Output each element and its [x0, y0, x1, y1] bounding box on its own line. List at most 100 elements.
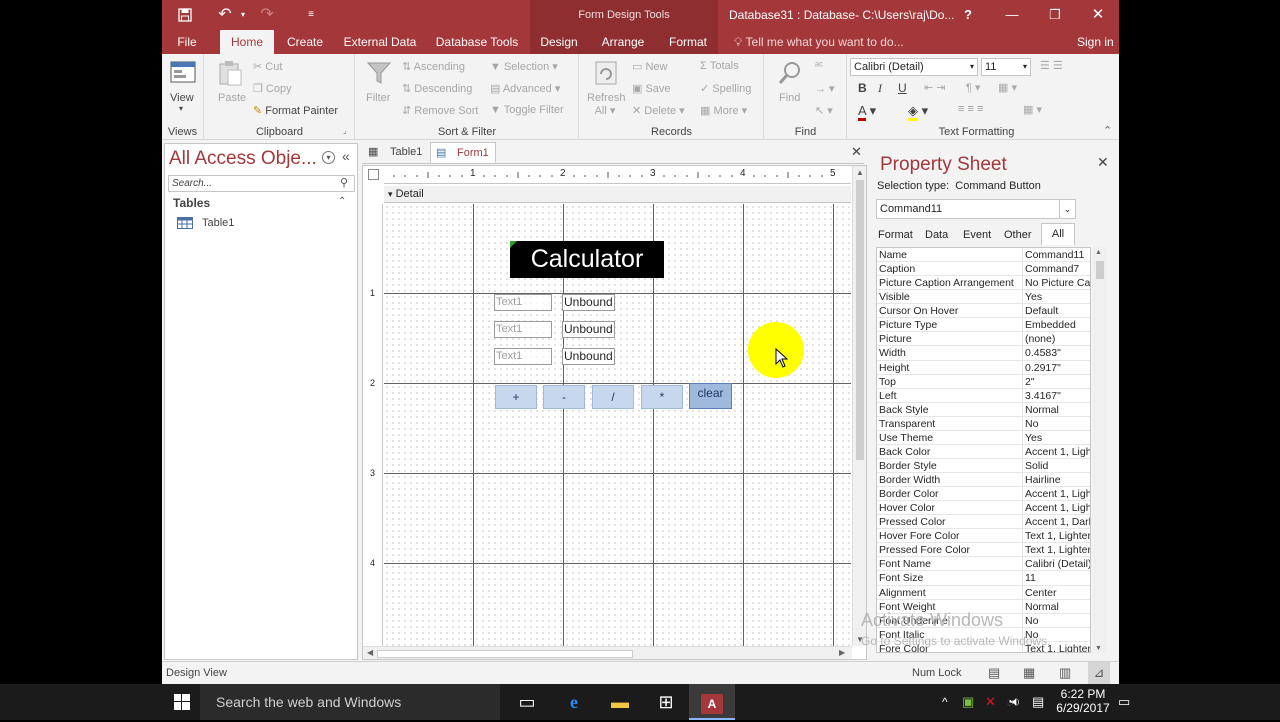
plus-button[interactable]: +: [495, 385, 537, 409]
gridlines-icon[interactable]: ▦ ▾: [998, 81, 1017, 94]
property-value[interactable]: 11: [1022, 571, 1090, 586]
tab-table1[interactable]: ▦ Table1: [364, 142, 426, 163]
form-view-icon[interactable]: ▤: [988, 662, 1000, 684]
design-view-icon[interactable]: ⊿: [1088, 662, 1110, 684]
nav-section-tables[interactable]: Tables: [173, 196, 210, 210]
property-row[interactable]: Picture Type Embedded: [877, 318, 1090, 333]
close-button[interactable]: ✕: [1078, 0, 1118, 30]
property-row[interactable]: Height 0.2917": [877, 360, 1090, 375]
shutter-bar-icon[interactable]: «: [342, 148, 350, 164]
property-value[interactable]: Accent 1, Dark: [1022, 515, 1090, 530]
close-document-icon[interactable]: ✕: [851, 144, 862, 160]
store-icon[interactable]: ⊞: [643, 684, 689, 720]
property-value[interactable]: No Picture Cap: [1022, 276, 1090, 291]
prop-tab-other[interactable]: Other: [1004, 226, 1032, 244]
find-button[interactable]: Find: [779, 92, 800, 104]
search-icon[interactable]: ⚲: [340, 176, 348, 189]
prop-tab-event[interactable]: Event: [963, 226, 991, 244]
paste-button[interactable]: Paste: [218, 92, 246, 104]
minimize-button[interactable]: —: [992, 0, 1032, 30]
layout-view-icon[interactable]: ▥: [1059, 662, 1071, 684]
nav-search-input[interactable]: Search...: [168, 175, 355, 192]
paragraph-icon[interactable]: ¶ ▾: [966, 81, 981, 94]
property-row[interactable]: Border Width Hairline: [877, 473, 1090, 488]
unbound-textbox[interactable]: Unbound: [562, 348, 615, 365]
property-value[interactable]: Center: [1022, 585, 1090, 600]
list-icons[interactable]: ☰ ☰: [1040, 59, 1063, 72]
italic-button[interactable]: I: [878, 81, 882, 96]
fill-color-icon[interactable]: ◈ ▾: [908, 103, 928, 121]
collapse-ribbon-icon[interactable]: ⌃: [1103, 124, 1112, 137]
property-row[interactable]: Use Theme Yes: [877, 430, 1090, 445]
scroll-down-icon[interactable]: ▼: [1095, 645, 1102, 652]
network-tray-icon[interactable]: ▣: [962, 684, 974, 720]
property-row[interactable]: Picture (none): [877, 332, 1090, 347]
property-row[interactable]: Cursor On Hover Default: [877, 304, 1090, 319]
edge-icon[interactable]: e: [551, 684, 597, 720]
property-value[interactable]: Command11: [1022, 248, 1090, 262]
scrollbar-thumb[interactable]: [1096, 261, 1104, 279]
close-icon[interactable]: ✕: [1097, 154, 1109, 171]
view-dropdown-icon[interactable]: ▾: [179, 104, 183, 113]
taskbar-clock[interactable]: 6:22 PM 6/29/2017: [1055, 687, 1111, 715]
property-value[interactable]: 0.2917": [1022, 360, 1090, 375]
replace-icon[interactable]: ᵃᶜ: [815, 60, 823, 72]
tell-me-box[interactable]: 💡︎ Tell me what you want to do...: [734, 30, 904, 54]
nav-menu-chevron-icon[interactable]: ▾: [322, 151, 335, 164]
ascending-button[interactable]: ⇅ Ascending: [402, 60, 465, 73]
save-icon[interactable]: [172, 0, 198, 30]
selection-button[interactable]: ▼ Selection ▾: [490, 60, 558, 73]
undo-dropdown-icon[interactable]: ▾: [230, 0, 256, 30]
property-row[interactable]: Alignment Center: [877, 585, 1090, 600]
tab-home[interactable]: Home: [220, 30, 274, 54]
minus-button[interactable]: -: [543, 385, 585, 409]
property-row[interactable]: Top 2": [877, 374, 1090, 389]
paste-icon[interactable]: [216, 60, 244, 86]
control-selector-combo[interactable]: Command11 ⌄: [876, 199, 1076, 219]
property-row[interactable]: Picture Caption Arrangement No Picture Ca…: [877, 276, 1090, 291]
prop-tab-format[interactable]: Format: [878, 226, 913, 244]
scrollbar-thumb[interactable]: [377, 650, 633, 658]
restore-button[interactable]: ❐: [1035, 0, 1075, 30]
cut-button[interactable]: ✂︎ Cut: [253, 60, 282, 73]
bold-button[interactable]: B: [858, 81, 867, 95]
prop-tab-all[interactable]: All: [1041, 223, 1075, 245]
goto-icon[interactable]: → ▾: [815, 82, 835, 95]
property-value[interactable]: Default: [1022, 304, 1090, 319]
property-value[interactable]: Text 1, Lighter: [1022, 543, 1090, 558]
property-value[interactable]: Hairline: [1022, 473, 1090, 487]
select-icon[interactable]: ↖ ▾: [815, 104, 833, 117]
align-icons[interactable]: ≡ ≡ ≡: [958, 103, 983, 115]
tab-file[interactable]: File: [166, 30, 208, 54]
property-row[interactable]: Visible Yes: [877, 290, 1090, 305]
vertical-scrollbar[interactable]: ▼ ▲: [852, 166, 866, 646]
access-app-icon[interactable]: A: [689, 684, 735, 720]
task-view-icon[interactable]: ▭: [504, 684, 550, 720]
nav-item-table1[interactable]: Table1: [175, 216, 355, 232]
property-row[interactable]: Border Style Solid: [877, 458, 1090, 473]
customize-qat-icon[interactable]: ≡: [298, 0, 324, 30]
file-explorer-icon[interactable]: ▬: [597, 684, 643, 720]
text1-label[interactable]: Text1: [494, 294, 552, 311]
datasheet-view-icon[interactable]: ▦: [1023, 662, 1035, 684]
nav-pane-header[interactable]: All Access Obje...: [169, 148, 317, 170]
property-row[interactable]: Back Color Accent 1, Ligh: [877, 444, 1090, 459]
copy-button[interactable]: ❐ Copy: [253, 82, 292, 95]
property-row[interactable]: Font Name Calibri (Detail): [877, 557, 1090, 572]
delete-record-button[interactable]: ✕ Delete ▾: [632, 104, 685, 117]
format-painter-button[interactable]: ✎ Format Painter: [253, 104, 338, 117]
magnifier-icon[interactable]: [777, 60, 805, 86]
volume-icon[interactable]: 🔉︎: [1012, 684, 1020, 720]
property-value[interactable]: Command7: [1022, 262, 1090, 277]
property-value[interactable]: No: [1022, 613, 1090, 628]
conditional-format-icon[interactable]: ▦ ▾: [1023, 103, 1042, 116]
action-center-icon[interactable]: ▭: [1118, 684, 1130, 720]
property-value[interactable]: Accent 1, Ligh: [1022, 444, 1090, 459]
view-button[interactable]: View: [170, 92, 194, 104]
collapse-section-icon[interactable]: ⌃: [338, 196, 346, 207]
scroll-up-icon[interactable]: ▲: [856, 168, 864, 177]
property-value[interactable]: 3.4167": [1022, 388, 1090, 403]
save-record-button[interactable]: ▣ Save: [632, 82, 671, 95]
view-icon[interactable]: [169, 60, 197, 86]
property-row[interactable]: Caption Command7: [877, 262, 1090, 277]
